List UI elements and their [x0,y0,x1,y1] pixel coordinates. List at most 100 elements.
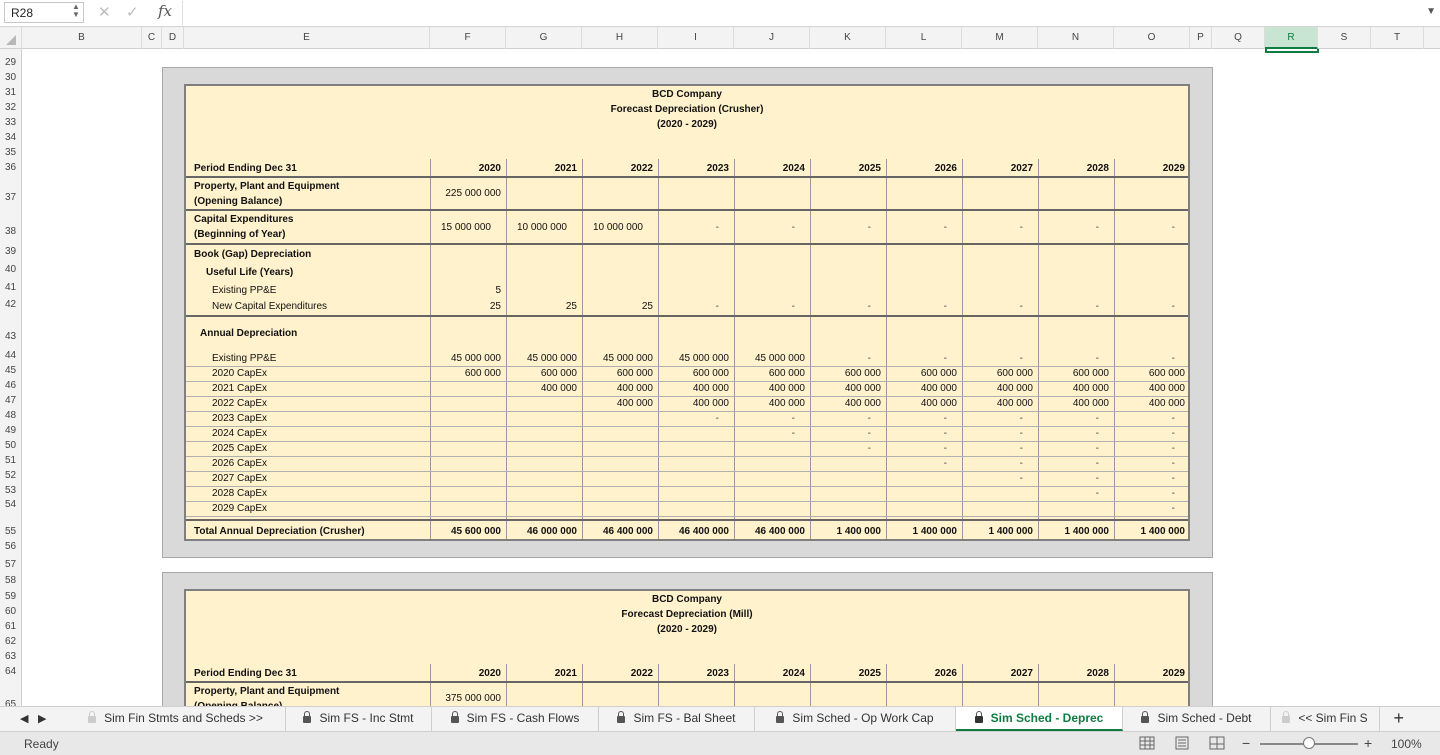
depreciation-value: 600 000 [616,368,653,379]
zoom-in-button[interactable]: + [1364,735,1372,751]
column-header-f[interactable]: F [430,27,506,49]
add-sheet-button[interactable]: + [1393,708,1404,729]
row-header-32[interactable]: 32 [0,100,21,115]
sheet-tab-label[interactable]: Sim FS - Cash Flows [467,711,580,725]
row-header-52[interactable]: 52 [0,468,21,483]
row-header-54[interactable]: 54 [0,497,21,512]
row-header-29[interactable]: 29 [0,55,21,70]
row-header-61[interactable]: 61 [0,619,21,634]
column-header-h[interactable]: H [582,27,658,49]
depreciation-row-label: 2023 CapEx [212,413,268,424]
column-header-d[interactable]: D [162,27,184,49]
formula-input[interactable] [182,1,1420,25]
row-header-40[interactable]: 40 [0,262,21,277]
depreciation-value: 600 000 [464,368,501,379]
row-header-48[interactable]: 48 [0,408,21,423]
select-all-button[interactable] [0,27,22,49]
zoom-percentage[interactable]: 100% [1391,737,1422,751]
sheet-tab-label[interactable]: Sim FS - Bal Sheet [633,711,735,725]
row-header-39[interactable]: 39 [0,244,21,259]
sheet-tab-label[interactable]: Sim Sched - Deprec [991,711,1104,725]
sheet-tab[interactable]: Sim Sched - Op Work Cap [755,707,956,731]
row-header-59[interactable]: 59 [0,589,21,604]
row-header-37[interactable]: 37 [0,176,21,209]
row-header-42[interactable]: 42 [0,297,21,312]
row-header-50[interactable]: 50 [0,438,21,453]
sheet-tab-label[interactable]: Sim Fin Stmts and Scheds >> [104,711,263,725]
sheet-tab-label[interactable]: Sim Sched - Op Work Cap [792,711,933,725]
row-header-62[interactable]: 62 [0,634,21,649]
sheet-tab[interactable]: Sim FS - Cash Flows [432,707,599,731]
sheet-grid[interactable]: BCD Company Forecast Depreciation (Crush… [22,49,1440,706]
column-header-o[interactable]: O [1114,27,1190,49]
depreciation-row-label: Existing PP&E [212,353,277,364]
column-header-q[interactable]: Q [1212,27,1265,49]
row-header-51[interactable]: 51 [0,453,21,468]
row-header-47[interactable]: 47 [0,393,21,408]
row-header-46[interactable]: 46 [0,378,21,393]
row-header-38[interactable]: 38 [0,209,21,244]
row-header-31[interactable]: 31 [0,85,21,100]
row-header-60[interactable]: 60 [0,604,21,619]
insert-function-icon[interactable]: fx [158,2,172,20]
column-header-i[interactable]: I [658,27,734,49]
row-header-49[interactable]: 49 [0,423,21,438]
column-header-r[interactable]: R [1265,27,1318,49]
column-header-s[interactable]: S [1318,27,1371,49]
row-header-45[interactable]: 45 [0,363,21,378]
row-header-56[interactable]: 56 [0,539,21,554]
next-sheet-icon[interactable]: ▶ [38,712,46,725]
column-header-e[interactable]: E [184,27,430,49]
sheet-tab[interactable]: Sim Sched - Deprec [956,707,1123,731]
enter-icon[interactable]: ✓ [126,3,139,21]
row-header-44[interactable]: 44 [0,348,21,363]
column-header-j[interactable]: J [734,27,810,49]
column-header-n[interactable]: N [1038,27,1114,49]
column-header-k[interactable]: K [810,27,886,49]
column-header-c[interactable]: C [142,27,162,49]
name-box-dropdown-icon[interactable]: ▲ ▼ [72,3,80,19]
row-header-33[interactable]: 33 [0,115,21,130]
depreciation-value: 400 000 [920,398,957,409]
row-header-34[interactable]: 34 [0,130,21,145]
row-header-53[interactable]: 53 [0,483,21,498]
normal-view-icon[interactable] [1139,736,1155,750]
new-capex-life-label: New Capital Expenditures [212,301,328,312]
row-header-57[interactable]: 57 [0,557,21,572]
column-header-b[interactable]: B [22,27,142,49]
sheet-tab[interactable]: Sim Fin Stmts and Scheds >> [66,707,286,731]
column-header-l[interactable]: L [886,27,962,49]
previous-sheet-icon[interactable]: ◀ [20,712,28,725]
sheet-tab[interactable]: Sim Sched - Debt [1123,707,1271,731]
sheet-tab-label[interactable]: Sim FS - Inc Stmt [319,711,413,725]
expand-formula-bar-icon[interactable]: ▼ [1426,6,1436,17]
table-period: (2020 - 2029) [656,119,718,130]
row-header-65[interactable]: 65 [0,697,21,706]
row-header-63[interactable]: 63 [0,649,21,664]
column-header-t[interactable]: T [1371,27,1424,49]
sheet-tab-label[interactable]: Sim Sched - Debt [1157,711,1251,725]
sheet-tab[interactable]: Sim FS - Bal Sheet [599,707,755,731]
row-header-36[interactable]: 36 [0,160,21,175]
column-header-p[interactable]: P [1190,27,1212,49]
page-break-view-icon[interactable] [1209,736,1225,750]
row-header-58[interactable]: 58 [0,573,21,588]
column-header-g[interactable]: G [506,27,582,49]
sheet-tab-label[interactable]: << Sim Fin S [1298,711,1367,725]
row-header-41[interactable]: 41 [0,280,21,295]
page-layout-view-icon[interactable] [1174,736,1190,750]
row-header-64[interactable]: 64 [0,664,21,679]
year-header: 2025 [858,668,881,679]
cancel-icon[interactable]: ✕ [98,3,111,21]
row-header-43[interactable]: 43 [0,315,21,348]
row-header-30[interactable]: 30 [0,70,21,85]
sheet-tab[interactable]: Sim FS - Inc Stmt [286,707,432,731]
zoom-out-button[interactable]: − [1242,735,1250,751]
column-header-m[interactable]: M [962,27,1038,49]
crusher-depreciation-table: BCD Company Forecast Depreciation (Crush… [184,84,1190,541]
row-header-55[interactable]: 55 [0,514,21,539]
zoom-slider-handle[interactable] [1303,737,1315,749]
row-header-35[interactable]: 35 [0,145,21,160]
lock-icon [1141,711,1150,723]
sheet-tab[interactable]: << Sim Fin S [1271,707,1380,731]
